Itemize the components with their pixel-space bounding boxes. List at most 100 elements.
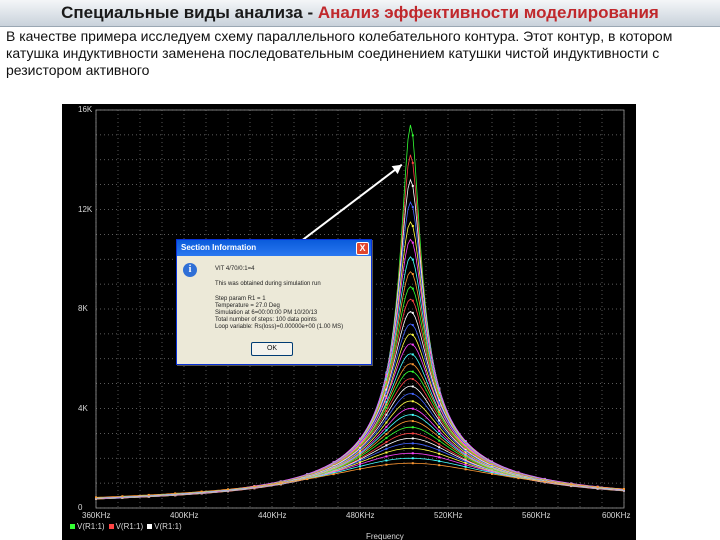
series-point-marker	[359, 461, 361, 464]
info-icon: i	[183, 263, 197, 277]
series-point-marker	[385, 441, 388, 444]
series-point-marker	[200, 490, 203, 493]
series-point-marker	[385, 406, 388, 409]
slide-title-main: Специальные виды анализа -	[61, 3, 318, 22]
series-point-marker	[385, 432, 388, 435]
series-point-marker	[411, 206, 414, 209]
dialog-line: Total number of steps: 100 data points	[215, 317, 317, 323]
series-point-marker	[359, 463, 361, 466]
series-point-marker	[438, 446, 441, 449]
annotation-arrow-head	[391, 164, 402, 175]
series-point-marker	[411, 184, 414, 187]
dialog-line: This was obtained during simulation run	[215, 281, 321, 287]
series-point-marker	[411, 378, 414, 381]
series-point-marker	[411, 392, 414, 395]
legend-entry: V(R1:1)	[115, 522, 144, 531]
series-point-marker	[359, 467, 361, 470]
legend-swatch	[108, 524, 114, 529]
series-point-marker	[438, 449, 441, 452]
x-tick-label: 480KHz	[346, 511, 375, 520]
series-point-marker	[411, 462, 414, 465]
series-point-marker	[438, 416, 441, 419]
series-point-marker	[411, 353, 414, 356]
series-point-marker	[438, 436, 441, 439]
series-point-marker	[385, 413, 388, 416]
series-point-marker	[623, 487, 625, 490]
series-point-marker	[411, 258, 414, 261]
x-tick-label: 560KHz	[522, 511, 551, 520]
series-point-marker	[464, 462, 467, 465]
series-point-marker	[438, 413, 441, 416]
series-point-marker	[411, 363, 414, 366]
series-point-marker	[438, 426, 441, 429]
ok-button[interactable]: OK	[251, 342, 293, 356]
x-tick-label: 600KHz	[602, 511, 631, 520]
series-point-marker	[95, 496, 97, 499]
series-point-marker	[411, 452, 414, 455]
series-point-marker	[543, 480, 546, 483]
series-point-marker	[411, 333, 414, 336]
series-point-marker	[385, 436, 388, 439]
y-tick-label: 12K	[78, 204, 93, 214]
series-point-marker	[438, 460, 441, 463]
series-point-marker	[570, 483, 573, 486]
series-point-marker	[411, 273, 414, 276]
series-point-marker	[411, 407, 414, 410]
dialog-title: Section Information	[181, 243, 257, 252]
series-point-marker	[438, 464, 441, 467]
dialog-line: Loop variable: Rs(loss)=0.00000e+00 (1.0…	[215, 324, 344, 330]
legend-swatch	[70, 524, 75, 529]
series-point-marker	[359, 455, 361, 458]
x-tick-label: 440KHz	[258, 511, 287, 520]
series-point-marker	[253, 485, 256, 488]
x-axis-title: Frequency	[366, 532, 404, 540]
series-point-marker	[411, 370, 414, 373]
series-point-marker	[411, 420, 414, 423]
series-point-marker	[438, 432, 441, 435]
series-point-marker	[359, 465, 361, 468]
series-point-marker	[464, 465, 467, 468]
series-point-marker	[411, 299, 414, 302]
series-point-marker	[411, 432, 414, 435]
series-point-marker	[385, 447, 388, 450]
series-point-marker	[385, 396, 388, 399]
series-point-marker	[596, 485, 599, 488]
series-point-marker	[411, 447, 414, 450]
series-point-marker	[411, 134, 414, 137]
dialog-titlebar[interactable]: Section Information X	[177, 240, 371, 256]
legend: V(R1:1) V(R1:1) V(R1:1)	[66, 522, 182, 531]
y-tick-label: 4K	[78, 403, 88, 413]
series-point-marker	[438, 439, 441, 442]
series-point-marker	[385, 410, 388, 413]
dialog-line: Simulation at 6=00:00:00 PM 10/20/13	[215, 310, 318, 316]
series-point-marker	[411, 311, 414, 314]
legend-swatch	[147, 524, 153, 529]
dialog-line: Step param R1 = 1	[215, 296, 266, 302]
series-point-marker	[464, 463, 467, 466]
close-icon[interactable]: X	[356, 242, 369, 255]
series-point-marker	[438, 443, 441, 446]
series-point-marker	[411, 437, 414, 440]
y-tick-label: 16K	[78, 105, 93, 114]
legend-entry: V(R1:1)	[154, 522, 182, 531]
dialog-line: VIT 4/70/0:1=4	[215, 266, 255, 272]
series-point-marker	[438, 405, 441, 408]
series-point-marker	[385, 421, 388, 424]
series-point-marker	[147, 493, 150, 496]
slide-title: Специальные виды анализа - Анализ эффект…	[0, 0, 720, 27]
series-point-marker	[332, 473, 335, 476]
series-point-marker	[411, 413, 414, 416]
series-point-marker	[227, 488, 229, 491]
series-point-marker	[411, 400, 414, 403]
series-point-marker	[174, 492, 177, 495]
dialog-line: Temperature = 27.0 Deg	[215, 303, 280, 309]
series-point-marker	[385, 429, 388, 432]
x-tick-label: 400KHz	[170, 511, 199, 520]
series-point-marker	[385, 417, 388, 420]
series-point-marker	[385, 425, 388, 428]
series-point-marker	[464, 468, 467, 471]
series-point-marker	[121, 495, 124, 498]
x-tick-label: 360KHz	[82, 511, 111, 520]
series-point-marker	[411, 442, 414, 445]
series-point-marker	[411, 241, 414, 244]
